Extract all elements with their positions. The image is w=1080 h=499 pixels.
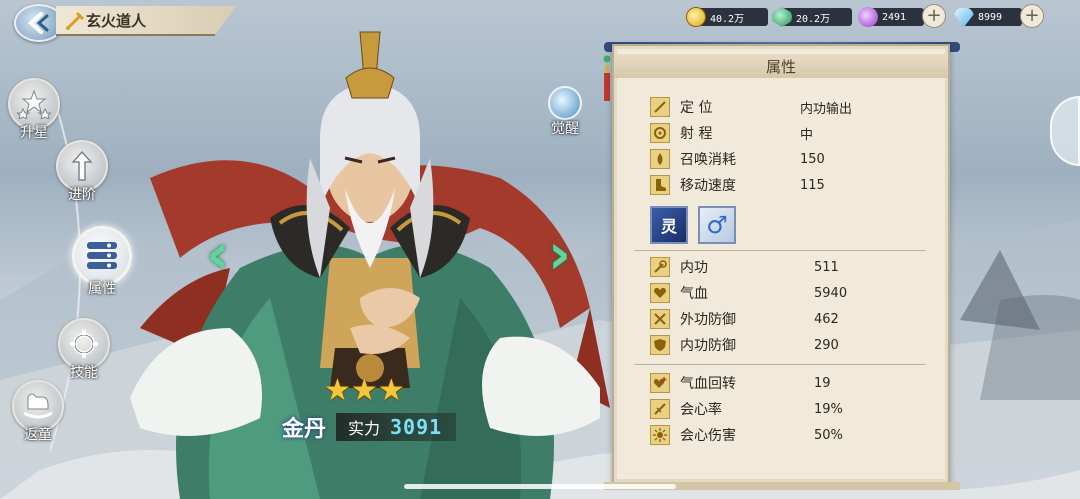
- attr-row-crit-damage: 会心伤害 50%: [650, 424, 843, 446]
- currency-gold: 40.2万: [686, 7, 768, 27]
- star-icon: ★: [377, 373, 405, 408]
- power-bar: 金丹 实力 3091: [272, 410, 462, 444]
- water-drop-icon: [548, 86, 582, 120]
- tassel-decoration: [603, 55, 611, 101]
- attr-row-inner-power: 内功 511: [650, 256, 839, 278]
- currency-diamond: 8999: [954, 7, 1022, 27]
- attr-row-summon-cost: 召唤消耗 150: [650, 148, 825, 170]
- attr-value: 19%: [814, 401, 843, 417]
- staff-icon: [650, 257, 670, 277]
- attr-value: 50%: [814, 427, 843, 443]
- gender-symbol: ♂: [706, 211, 728, 239]
- boot-icon: [650, 175, 670, 195]
- heart-icon: [650, 283, 670, 303]
- section-divider: [634, 250, 926, 251]
- star-icon: ★: [350, 373, 378, 408]
- next-hero-arrow[interactable]: ›: [548, 222, 571, 287]
- attr-value: 462: [814, 311, 839, 327]
- shield-swords-icon: [650, 309, 670, 329]
- attr-row-inner-defense: 内功防御 290: [650, 334, 839, 356]
- home-indicator[interactable]: [404, 484, 676, 489]
- currency-crystal: 2491: [858, 7, 924, 27]
- attr-label: 内功: [680, 260, 708, 276]
- rank-badge: 金丹: [281, 416, 326, 442]
- attr-row-range: 射 程 中: [650, 122, 813, 144]
- attr-label: 移动速度: [680, 178, 736, 194]
- sword-icon: [65, 11, 85, 31]
- menu-advance[interactable]: 进阶: [56, 140, 108, 204]
- awaken-label: 觉醒: [551, 121, 579, 137]
- attr-row-hp-regen: 气血回转 19: [650, 372, 831, 394]
- attr-label: 射 程: [680, 126, 713, 142]
- crit-sword-icon: [650, 399, 670, 419]
- attr-row-outer-defense: 外功防御 462: [650, 308, 839, 330]
- menu-label-skills: 技能: [70, 365, 98, 381]
- currency-jade: 20.2万: [772, 7, 852, 27]
- attr-label: 会心伤害: [680, 428, 736, 444]
- menu-label-attributes: 属性: [88, 281, 116, 297]
- attr-value: 511: [814, 259, 839, 275]
- purple-crystal-icon: [858, 7, 878, 27]
- attr-row-crit-rate: 会心率 19%: [650, 398, 843, 420]
- drop-icon: [650, 149, 670, 169]
- section-divider: [634, 364, 926, 365]
- star-icon: ★: [324, 373, 351, 408]
- attr-label: 会心率: [680, 402, 722, 418]
- menu-label-rejuvenate: 返童: [24, 427, 52, 443]
- attr-row-move-speed: 移动速度 115: [650, 174, 825, 196]
- attr-value: 290: [814, 337, 839, 353]
- sword-icon: [650, 97, 670, 117]
- spirit-badge-icon[interactable]: 灵: [650, 206, 688, 244]
- back-arrow-icon: [28, 12, 49, 34]
- attr-value: 115: [800, 177, 825, 193]
- target-icon: [650, 123, 670, 143]
- menu-upgrade-star[interactable]: 升星: [8, 78, 60, 142]
- attr-label: 召唤消耗: [680, 152, 736, 168]
- panel-title: 属性: [614, 54, 948, 78]
- add-crystal-button[interactable]: +: [922, 4, 946, 28]
- menu-label-advance: 进阶: [68, 187, 96, 203]
- attr-value: 内功输出: [800, 101, 853, 117]
- attr-value: 5940: [814, 285, 848, 301]
- power-label: 实力: [348, 419, 381, 438]
- attribute-panel: 属性 定 位 内功输出 射 程 中 召唤消耗 150 移动速度 115 灵 ♂ …: [612, 44, 950, 484]
- attr-label: 定 位: [680, 100, 713, 116]
- attr-value: 19: [814, 375, 831, 391]
- add-diamond-button[interactable]: +: [1020, 4, 1044, 28]
- awaken-button[interactable]: 觉醒: [542, 86, 588, 138]
- attr-label: 外功防御: [680, 312, 736, 328]
- attr-value: 150: [800, 151, 825, 167]
- power-value: 3091: [390, 415, 443, 439]
- menu-rejuvenate[interactable]: 返童: [12, 380, 64, 444]
- menu-label-upgrade-star: 升星: [20, 125, 48, 141]
- power-display: 实力 3091: [336, 413, 457, 441]
- menu-skills[interactable]: 技能: [58, 318, 110, 382]
- shield-icon: [650, 335, 670, 355]
- attr-row-hp: 气血 5940: [650, 282, 847, 304]
- gold-coin-icon: [686, 7, 706, 27]
- attr-label: 气血: [680, 286, 708, 302]
- heart-plus-icon: [650, 373, 670, 393]
- spirit-badge-text: 灵: [660, 217, 677, 236]
- attr-label: 气血回转: [680, 376, 736, 392]
- burst-icon: [650, 425, 670, 445]
- male-icon[interactable]: ♂: [698, 206, 736, 244]
- star-rating: ★ ★ ★: [324, 376, 405, 406]
- attr-value: 中: [800, 127, 814, 143]
- attr-label: 内功防御: [680, 338, 736, 354]
- prev-hero-arrow[interactable]: ‹: [206, 222, 229, 287]
- attr-row-role: 定 位 内功输出: [650, 96, 852, 118]
